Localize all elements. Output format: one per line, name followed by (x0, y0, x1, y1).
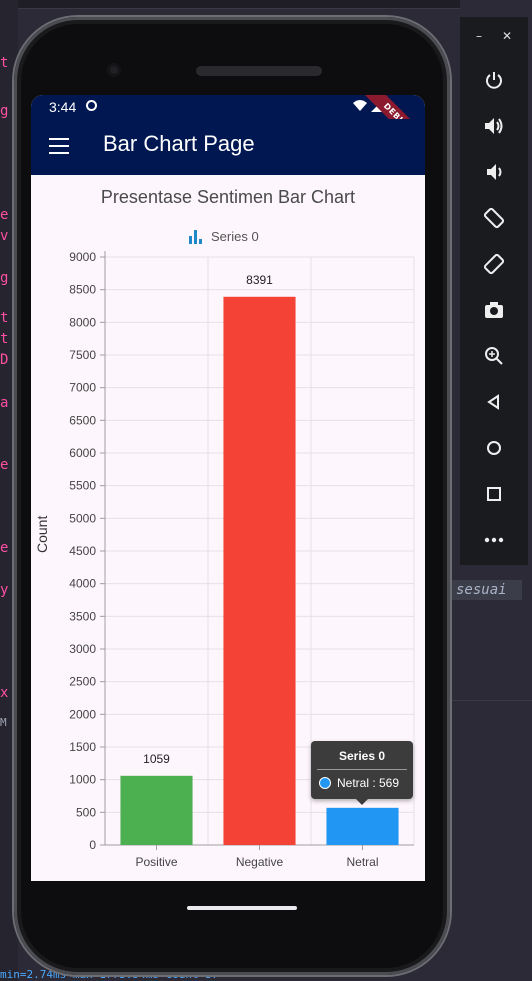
ide-divider (450, 700, 532, 701)
y-tick-label: 4500 (69, 544, 96, 558)
ide-code-fragment: e (0, 457, 9, 473)
ide-code-fragment: v (0, 228, 9, 244)
earpiece-speaker (196, 66, 322, 76)
ide-code-fragment: g (0, 270, 9, 286)
back-button[interactable] (460, 379, 528, 425)
rotate-right-button[interactable] (460, 241, 528, 287)
tooltip-row: Netral : 569 (311, 770, 413, 790)
y-tick-label: 6000 (69, 446, 96, 460)
ide-code-fragment: t (0, 331, 9, 347)
gesture-home-bar[interactable] (187, 906, 297, 910)
ide-code-fragment: e (0, 540, 9, 556)
overview-button[interactable] (460, 471, 528, 517)
y-tick-label: 5500 (69, 479, 96, 493)
y-tick-label: 1000 (69, 773, 96, 787)
volume-up-button[interactable] (460, 103, 528, 149)
data-label: 8391 (246, 273, 273, 287)
y-tick-label: 3500 (69, 609, 96, 623)
bar-negative[interactable] (223, 296, 296, 846)
more-button[interactable] (460, 517, 528, 563)
ide-topbar (0, 0, 460, 9)
y-tick-label: 1500 (69, 740, 96, 754)
data-label: 1059 (143, 752, 170, 766)
y-tick-label: 5000 (69, 511, 96, 525)
ide-code-fragment: x (0, 685, 9, 701)
y-tick-label: 3000 (69, 642, 96, 656)
y-tick-label: 0 (89, 838, 96, 852)
ide-code-fragment: y (0, 582, 9, 598)
y-tick-label: 2500 (69, 675, 96, 689)
y-tick-label: 8500 (69, 283, 96, 297)
y-tick-label: 7500 (69, 348, 96, 362)
home-button[interactable] (460, 425, 528, 471)
volume-down-button[interactable] (460, 149, 528, 195)
close-icon[interactable]: ✕ (502, 29, 512, 57)
ide-code-fragment: t (0, 310, 9, 326)
series-marker-icon (319, 777, 331, 789)
x-tick-label: Negative (236, 855, 284, 869)
ide-code-fragment: e (0, 207, 9, 223)
y-tick-label: 8000 (69, 315, 96, 329)
ide-code-fragment: t (0, 55, 9, 71)
y-tick-label: 500 (76, 805, 96, 819)
power-button[interactable] (460, 57, 528, 103)
emulator-toolbar: – ✕ (460, 17, 528, 565)
y-tick-label: 9000 (69, 250, 96, 264)
rotate-left-button[interactable] (460, 195, 528, 241)
bar-netral[interactable] (326, 807, 399, 845)
x-tick-label: Netral (346, 855, 378, 869)
x-tick-label: Positive (135, 855, 177, 869)
tooltip-value: Netral : 569 (337, 776, 400, 790)
tooltip-header: Series 0 (338, 749, 386, 763)
front-camera (107, 63, 121, 77)
y-tick-label: 6500 (69, 413, 96, 427)
minimize-icon[interactable]: – (476, 29, 482, 57)
bar-positive[interactable] (120, 775, 193, 845)
ide-hint-text: sesuai (450, 580, 522, 600)
screenshot-button[interactable] (460, 287, 528, 333)
ide-code-fragment: D (0, 352, 9, 368)
ide-code-fragment: M (0, 716, 7, 729)
y-tick-label: 4000 (69, 577, 96, 591)
ide-code-fragment: g (0, 103, 9, 119)
y-tick-label: 7000 (69, 381, 96, 395)
chart-tooltip: Series 0 Netral : 569 (311, 741, 413, 805)
ide-code-fragment: a (0, 395, 9, 411)
y-tick-label: 2000 (69, 707, 96, 721)
zoom-button[interactable] (460, 333, 528, 379)
app-screen: 3:44 DEBUG Bar Chart Page Presentase Sen… (31, 95, 425, 881)
